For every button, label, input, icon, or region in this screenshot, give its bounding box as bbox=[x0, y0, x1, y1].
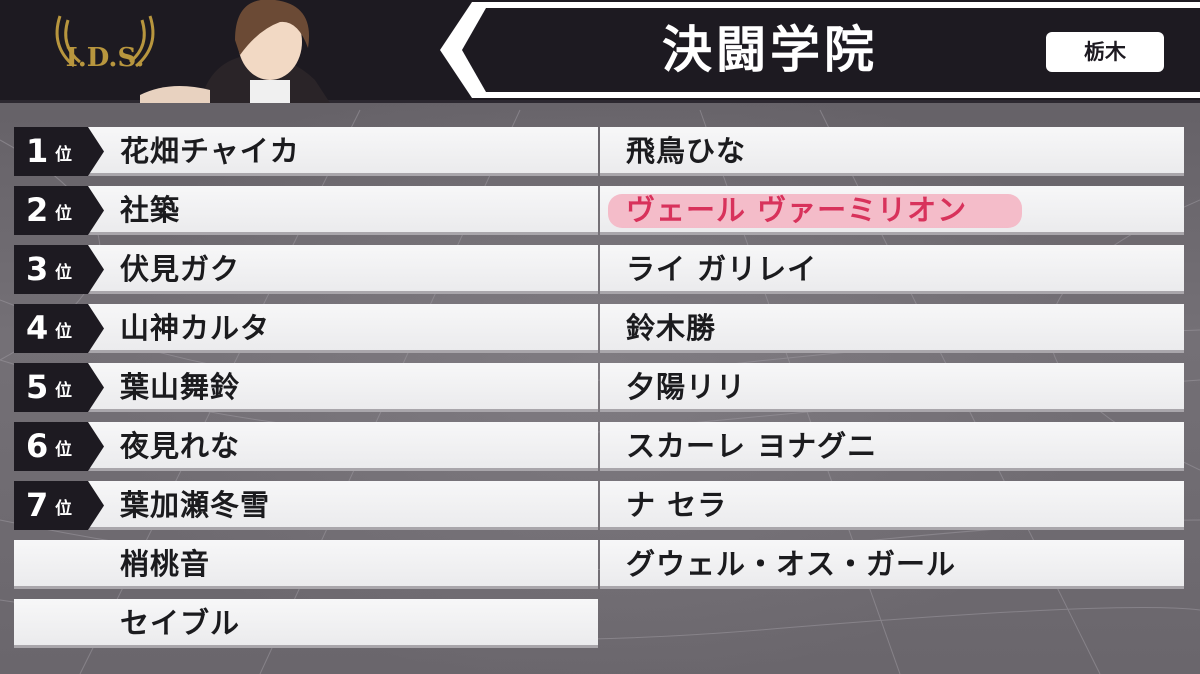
member-name: スカーレ ヨナグニ bbox=[626, 429, 878, 463]
rank-number: 6 bbox=[26, 427, 49, 465]
rank-suffix: 位 bbox=[55, 145, 72, 165]
rank-number: 1 bbox=[26, 132, 49, 170]
ranking-row: グウェル・オス・ガール bbox=[600, 540, 1184, 589]
member-name: 梢桃音 bbox=[120, 547, 211, 581]
ranking-row: セイブル bbox=[14, 599, 598, 648]
rank-badge: 2 位 bbox=[14, 186, 104, 235]
region-badge: 栃木 bbox=[1046, 32, 1164, 72]
member-name: 飛鳥ひな bbox=[626, 134, 747, 168]
member-name: 葉山舞鈴 bbox=[120, 370, 241, 404]
rank-suffix: 位 bbox=[55, 381, 72, 401]
ranking-row: 7 位 葉加瀬冬雪 bbox=[14, 481, 598, 530]
ranking-row: 6 位 夜見れな bbox=[14, 422, 598, 471]
rank-suffix: 位 bbox=[55, 204, 72, 224]
rank-badge: 5 位 bbox=[14, 363, 104, 412]
rank-suffix: 位 bbox=[55, 440, 72, 460]
ranking-row: 4 位 山神カルタ bbox=[14, 304, 598, 353]
ranking-row: 2 位 社築 bbox=[14, 186, 598, 235]
rank-suffix: 位 bbox=[55, 499, 72, 519]
character-avatar bbox=[140, 0, 330, 103]
member-name: ヴェール ヴァーミリオン bbox=[626, 193, 968, 227]
ranking-row-highlighted: ヴェール ヴァーミリオン bbox=[600, 186, 1184, 235]
rank-badge: 6 位 bbox=[14, 422, 104, 471]
ranking-row: ライ ガリレイ bbox=[600, 245, 1184, 294]
ranking-row: スカーレ ヨナグニ bbox=[600, 422, 1184, 471]
member-name: ライ ガリレイ bbox=[626, 252, 818, 286]
rank-badge: 1 位 bbox=[14, 127, 104, 176]
rank-number: 3 bbox=[26, 250, 49, 288]
ranking-row: 1 位 花畑チャイカ bbox=[14, 127, 598, 176]
ranking-row: 夕陽リリ bbox=[600, 363, 1184, 412]
ranking-row: ナ セラ bbox=[600, 481, 1184, 530]
member-name: 山神カルタ bbox=[120, 311, 271, 345]
member-name: 葉加瀬冬雪 bbox=[120, 488, 271, 522]
ranking-row: 鈴木勝 bbox=[600, 304, 1184, 353]
rank-suffix: 位 bbox=[55, 263, 72, 283]
rank-badge: 4 位 bbox=[14, 304, 104, 353]
rank-badge: 3 位 bbox=[14, 245, 104, 294]
rank-badge: 7 位 bbox=[14, 481, 104, 530]
school-name: 決闘学院 bbox=[662, 21, 878, 79]
ranking-row: 梢桃音 bbox=[14, 540, 598, 589]
rank-number: 5 bbox=[26, 368, 49, 406]
ranking-row: 飛鳥ひな bbox=[600, 127, 1184, 176]
member-name: 夕陽リリ bbox=[626, 370, 747, 404]
rank-suffix: 位 bbox=[55, 322, 72, 342]
rank-number: 7 bbox=[26, 486, 49, 524]
logo-text: I.D.S. bbox=[66, 43, 145, 73]
ranking-row: 3 位 伏見ガク bbox=[14, 245, 598, 294]
member-name: 花畑チャイカ bbox=[120, 134, 300, 168]
rank-number: 4 bbox=[26, 309, 49, 347]
member-name: 鈴木勝 bbox=[626, 311, 717, 345]
member-name: ナ セラ bbox=[626, 488, 728, 522]
member-name: セイブル bbox=[120, 606, 241, 640]
rank-number: 2 bbox=[26, 191, 49, 229]
member-name: 夜見れな bbox=[120, 429, 241, 463]
member-name: 社築 bbox=[120, 193, 181, 227]
member-name: 伏見ガク bbox=[120, 252, 241, 286]
member-name: グウェル・オス・ガール bbox=[626, 547, 957, 581]
ranking-row: 5 位 葉山舞鈴 bbox=[14, 363, 598, 412]
